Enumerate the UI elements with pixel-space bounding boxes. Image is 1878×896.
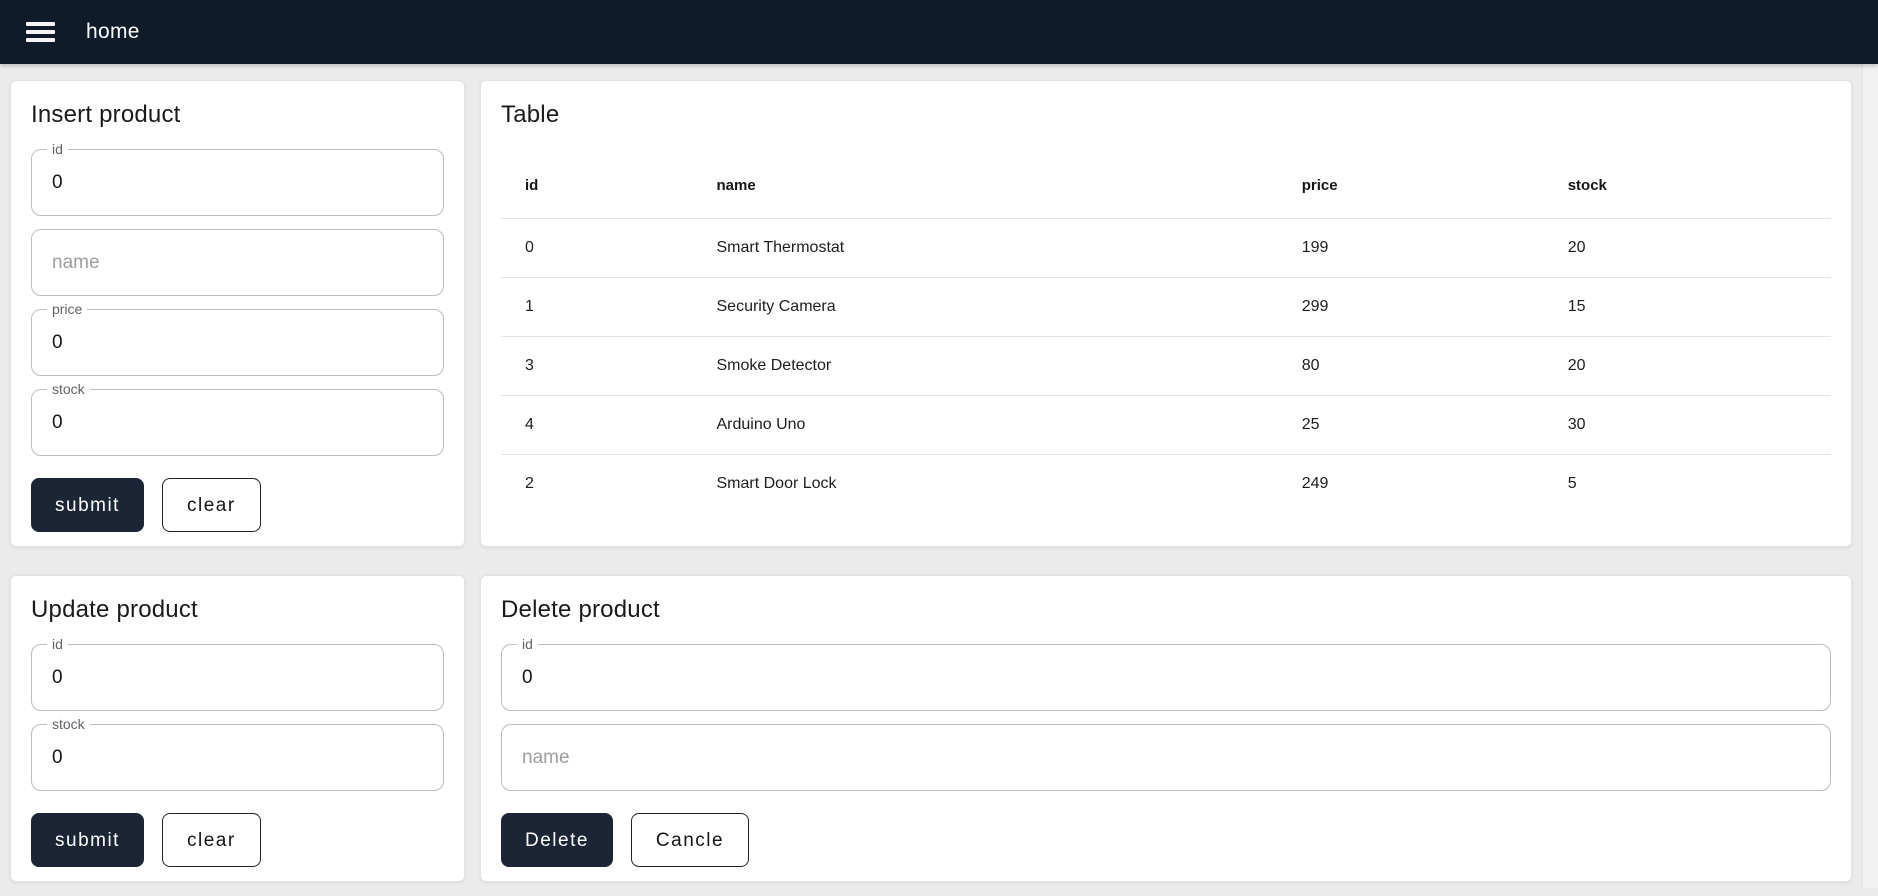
products-table: id name price stock 0 Smart Thermostat 1… [501,149,1831,513]
insert-stock-field: stock [31,389,444,456]
update-product-card: Update product id stock submit clear [10,575,465,882]
insert-id-input[interactable] [32,150,443,215]
table-header: id name price stock [501,149,1831,219]
delete-product-title: Delete product [501,596,1831,624]
page-title: home [86,20,140,44]
delete-id-field: id [501,644,1831,711]
insert-product-title: Insert product [31,101,444,129]
cell-price: 80 [1286,337,1552,396]
delete-button[interactable]: Delete [501,813,613,867]
cell-id: 2 [501,455,701,514]
update-stock-field: stock [31,724,444,791]
cell-id: 4 [501,396,701,455]
delete-product-card: Delete product id Delete Cancle [480,575,1852,882]
update-submit-button[interactable]: submit [31,813,144,867]
table-row: 2 Smart Door Lock 249 5 [501,455,1831,514]
insert-submit-button[interactable]: submit [31,478,144,532]
table-row: 4 Arduino Uno 25 30 [501,396,1831,455]
hamburger-bar [26,38,55,42]
cell-id: 0 [501,219,701,278]
hamburger-bar [26,30,55,34]
cell-stock: 20 [1552,219,1831,278]
insert-price-label: price [47,301,87,318]
main-content: Insert product id price stock submit cle… [0,64,1878,896]
delete-id-label: id [517,636,538,653]
update-id-label: id [47,636,68,653]
delete-button-row: Delete Cancle [501,813,1831,867]
update-stock-input[interactable] [32,725,443,790]
delete-name-input[interactable] [502,725,1830,790]
cell-stock: 5 [1552,455,1831,514]
cell-name: Arduino Uno [701,396,1286,455]
update-clear-button[interactable]: clear [162,813,261,867]
update-button-row: submit clear [31,813,444,867]
insert-button-row: submit clear [31,478,444,532]
table-title: Table [501,101,1831,129]
insert-clear-button[interactable]: clear [162,478,261,532]
insert-stock-input[interactable] [32,390,443,455]
cell-id: 3 [501,337,701,396]
cell-price: 25 [1286,396,1552,455]
insert-price-field: price [31,309,444,376]
menu-icon[interactable] [16,8,64,56]
update-product-title: Update product [31,596,444,624]
table-row: 1 Security Camera 299 15 [501,278,1831,337]
delete-name-field [501,724,1831,791]
cell-price: 299 [1286,278,1552,337]
column-header-id: id [501,149,701,219]
insert-id-label: id [47,141,68,158]
insert-name-field [31,229,444,296]
cell-stock: 20 [1552,337,1831,396]
table-row: 3 Smoke Detector 80 20 [501,337,1831,396]
column-header-price: price [1286,149,1552,219]
cell-name: Security Camera [701,278,1286,337]
cell-id: 1 [501,278,701,337]
app-bar: home [0,0,1878,64]
insert-product-card: Insert product id price stock submit cle… [10,80,465,547]
cell-name: Smart Door Lock [701,455,1286,514]
update-stock-label: stock [47,716,90,733]
hamburger-bar [26,22,55,26]
table-header-row: id name price stock [501,149,1831,219]
update-id-field: id [31,644,444,711]
insert-price-input[interactable] [32,310,443,375]
insert-stock-label: stock [47,381,90,398]
cell-stock: 15 [1552,278,1831,337]
column-header-stock: stock [1552,149,1831,219]
table-card: Table id name price stock 0 Smart Thermo… [480,80,1852,547]
table-row: 0 Smart Thermostat 199 20 [501,219,1831,278]
cell-name: Smart Thermostat [701,219,1286,278]
column-header-name: name [701,149,1286,219]
insert-name-input[interactable] [32,230,443,295]
cell-stock: 30 [1552,396,1831,455]
table-body: 0 Smart Thermostat 199 20 1 Security Cam… [501,219,1831,514]
delete-id-input[interactable] [502,645,1830,710]
cancel-button[interactable]: Cancle [631,813,749,867]
scrollbar[interactable] [1862,64,1878,888]
cell-name: Smoke Detector [701,337,1286,396]
update-id-input[interactable] [32,645,443,710]
cell-price: 199 [1286,219,1552,278]
insert-id-field: id [31,149,444,216]
cell-price: 249 [1286,455,1552,514]
